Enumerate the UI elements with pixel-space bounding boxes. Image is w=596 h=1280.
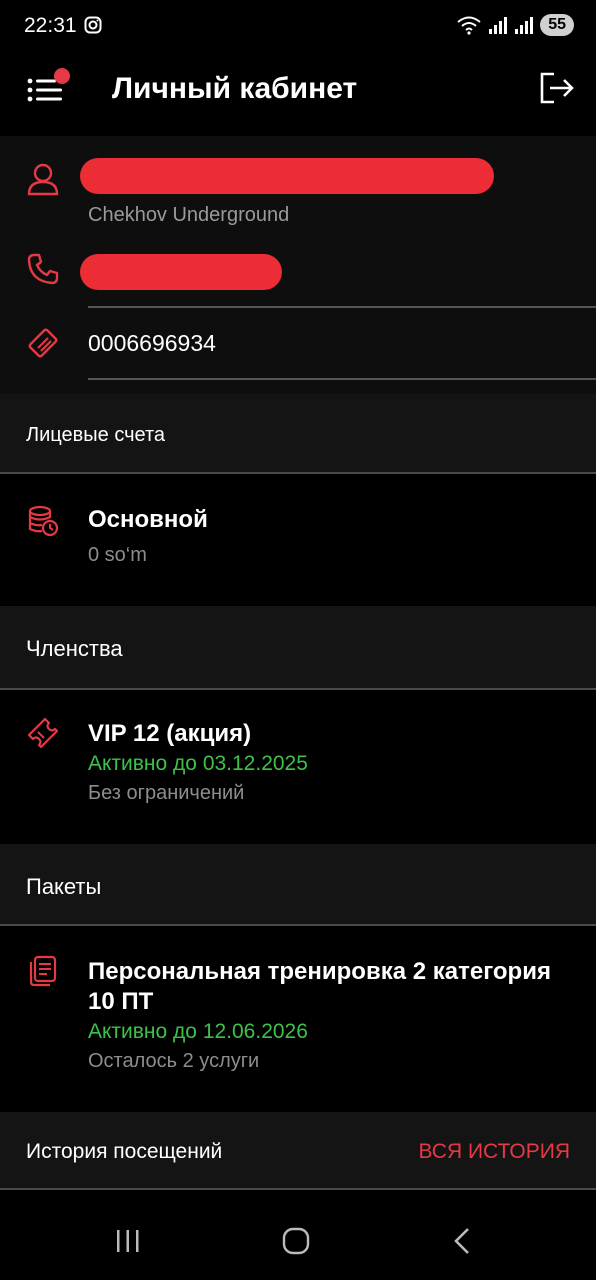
coins-icon <box>28 505 59 537</box>
all-history-link[interactable]: ВСЯ ИСТОРИЯ <box>418 1140 570 1164</box>
page-title: Личный кабинет <box>112 72 358 105</box>
package-status: Активно до 12.06.2026 <box>88 1020 308 1043</box>
back-icon[interactable] <box>450 1226 474 1256</box>
account-balance: 0 so‘m <box>88 544 147 566</box>
package-note: Осталось 2 услуги <box>88 1050 260 1072</box>
accounts-header: Лицевые счета <box>0 394 596 474</box>
logout-icon[interactable] <box>538 70 578 106</box>
package-item[interactable]: Персональная тренировка 2 категория 10 П… <box>0 926 596 1112</box>
membership-name: VIP 12 (акция) <box>88 720 252 747</box>
card-icon <box>28 328 58 358</box>
membership-status: Активно до 03.12.2025 <box>88 752 308 775</box>
profile-card: Chekhov Underground 0006696934 <box>0 136 596 394</box>
home-icon[interactable] <box>281 1226 311 1256</box>
notification-dot <box>54 68 70 84</box>
wifi-icon <box>457 16 481 35</box>
account-name: Основной <box>88 506 208 533</box>
ticket-icon <box>27 717 59 749</box>
membership-item[interactable]: VIP 12 (акция) Активно до 03.12.2025 Без… <box>0 690 596 844</box>
status-icons: 55 <box>456 14 574 36</box>
status-bar: 22:31 55 <box>0 0 596 56</box>
memberships-header: Членства <box>0 606 596 688</box>
app-bar: Личный кабинет <box>0 56 596 136</box>
instagram-icon <box>84 16 102 34</box>
divider <box>88 378 596 380</box>
section-title: Лицевые счета <box>26 424 166 446</box>
package-name-line2: 10 ПТ <box>88 988 154 1015</box>
redacted-phone <box>80 254 282 290</box>
redacted-name <box>80 158 494 194</box>
club-name: Chekhov Underground <box>88 204 290 226</box>
card-number: 0006696934 <box>88 330 216 356</box>
phone-icon <box>27 253 59 285</box>
history-header: История посещений ВСЯ ИСТОРИЯ <box>0 1112 596 1190</box>
section-title: Пакеты <box>26 874 102 899</box>
signal-icon <box>515 17 534 34</box>
divider <box>0 1188 596 1190</box>
section-title: История посещений <box>26 1140 223 1163</box>
signal-icon <box>489 17 508 34</box>
section-title: Членства <box>26 636 123 661</box>
user-icon <box>27 163 59 196</box>
package-icon <box>29 955 57 987</box>
package-name: Персональная тренировка 2 категория <box>88 958 551 985</box>
divider <box>88 306 596 308</box>
recent-apps-icon[interactable] <box>114 1228 142 1254</box>
status-time: 22:31 <box>24 14 77 37</box>
system-nav-bar <box>0 1196 596 1280</box>
account-item[interactable]: Основной 0 so‘m <box>0 474 596 606</box>
membership-note: Без ограничений <box>88 782 245 804</box>
packages-header: Пакеты <box>0 844 596 926</box>
battery-indicator: 55 <box>540 14 574 36</box>
